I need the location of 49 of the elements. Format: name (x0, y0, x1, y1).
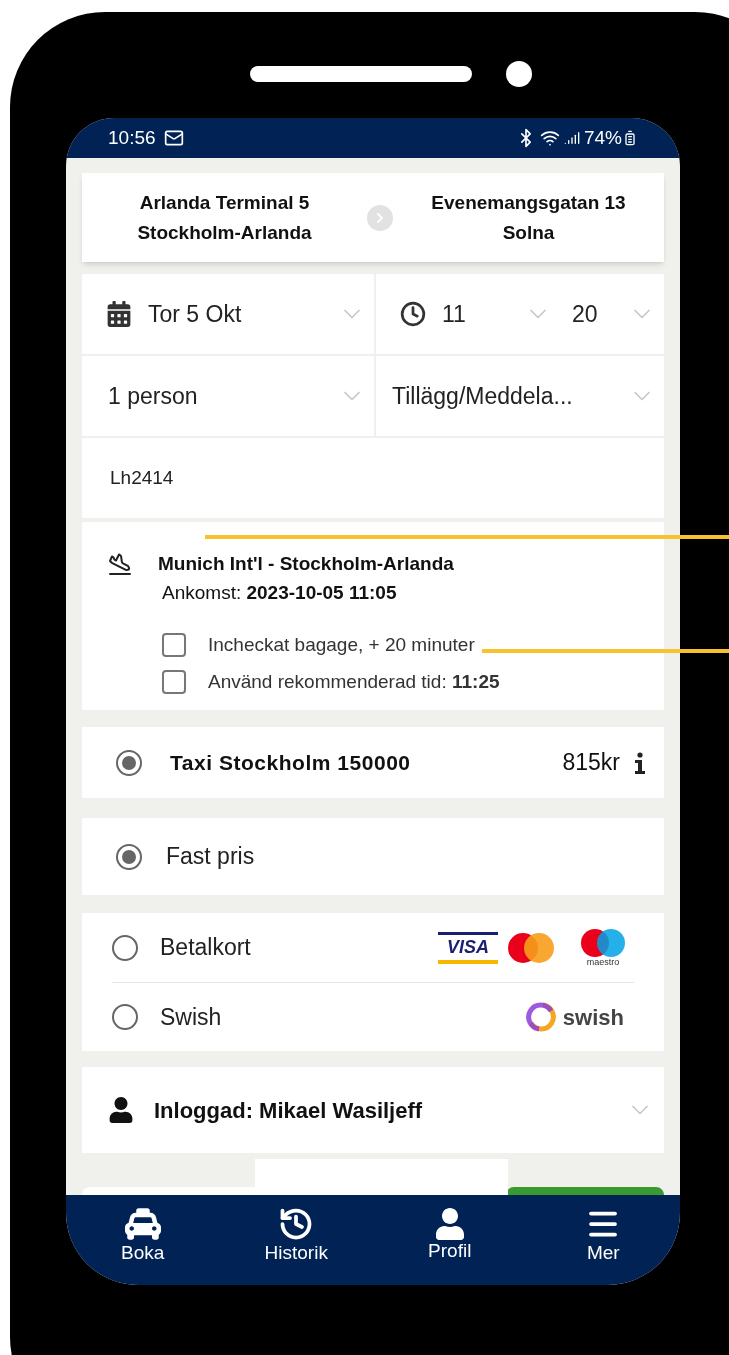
mastercard-logo (508, 932, 554, 963)
flight-route: Munich Int'l - Stockholm-Arlanda (158, 552, 454, 576)
plane-landing-icon (108, 552, 132, 577)
arrival-time: Ankomst: 2023-10-05 11:05 (162, 580, 398, 605)
radio-button[interactable] (116, 749, 142, 776)
nav-tab[interactable]: Profil (373, 1195, 527, 1275)
payment-label[interactable]: Betalkort (160, 930, 438, 965)
nav-tab[interactable]: Historik (219, 1195, 373, 1275)
user-icon (433, 1208, 466, 1240)
passenger-select[interactable]: 1 person (82, 356, 374, 436)
taxi-company: Taxi Stockholm 150000 (170, 749, 412, 776)
battery-icon (622, 130, 638, 146)
wifi-icon (539, 128, 560, 148)
origin-address: Arlanda Terminal 5 (139, 190, 310, 215)
radio-button[interactable] (112, 934, 138, 961)
user-icon (108, 1097, 134, 1123)
swish-symbol-icon (524, 1001, 557, 1033)
clock-time: 10:56 (108, 125, 156, 150)
nav-tab[interactable]: Boka (66, 1195, 220, 1275)
visa-logo: VISA (438, 931, 498, 964)
clock-icon (400, 301, 426, 327)
radio-button[interactable] (116, 843, 142, 870)
taxi-option[interactable]: Taxi Stockholm 150000 815kr (82, 727, 664, 798)
radio-button[interactable] (112, 1004, 138, 1030)
checkbox[interactable] (162, 669, 186, 694)
extras-select[interactable]: Tillägg/Meddela... (376, 356, 664, 436)
nav-tab[interactable]: Mer (526, 1195, 680, 1275)
pricing-option[interactable]: Fast pris (82, 818, 664, 895)
battery-percent: 74% (583, 125, 622, 150)
minute-select[interactable]: 20 (572, 296, 656, 332)
calendar-icon (106, 301, 132, 327)
maestro-logo: maestro (580, 928, 626, 967)
info-icon (634, 751, 646, 774)
option-label: Använd rekommenderad tid: 11:25 (208, 669, 500, 694)
flight-number-field[interactable]: Lh2414 (82, 438, 664, 518)
checkbox[interactable] (162, 633, 186, 658)
destination-address: Evenemangsgatan 13 (431, 190, 626, 215)
signal-icon (563, 130, 580, 146)
origin-city: Stockholm-Arlanda (137, 220, 312, 245)
option-label: Incheckat bagage, + 20 minuter (208, 633, 475, 657)
user-account-row[interactable]: Inloggad: Mikael Wasiljeff (82, 1067, 664, 1153)
swish-wordmark: swish (562, 1003, 624, 1032)
taxi-price: 815kr (562, 748, 620, 778)
taxi-icon (124, 1206, 161, 1242)
date-select[interactable]: Tor 5 Okt (82, 274, 374, 354)
destination-city: Solna (502, 220, 555, 245)
payment-label[interactable]: Swish (160, 999, 525, 1035)
hour-select[interactable]: 11 (442, 296, 552, 332)
mail-icon (163, 128, 184, 148)
